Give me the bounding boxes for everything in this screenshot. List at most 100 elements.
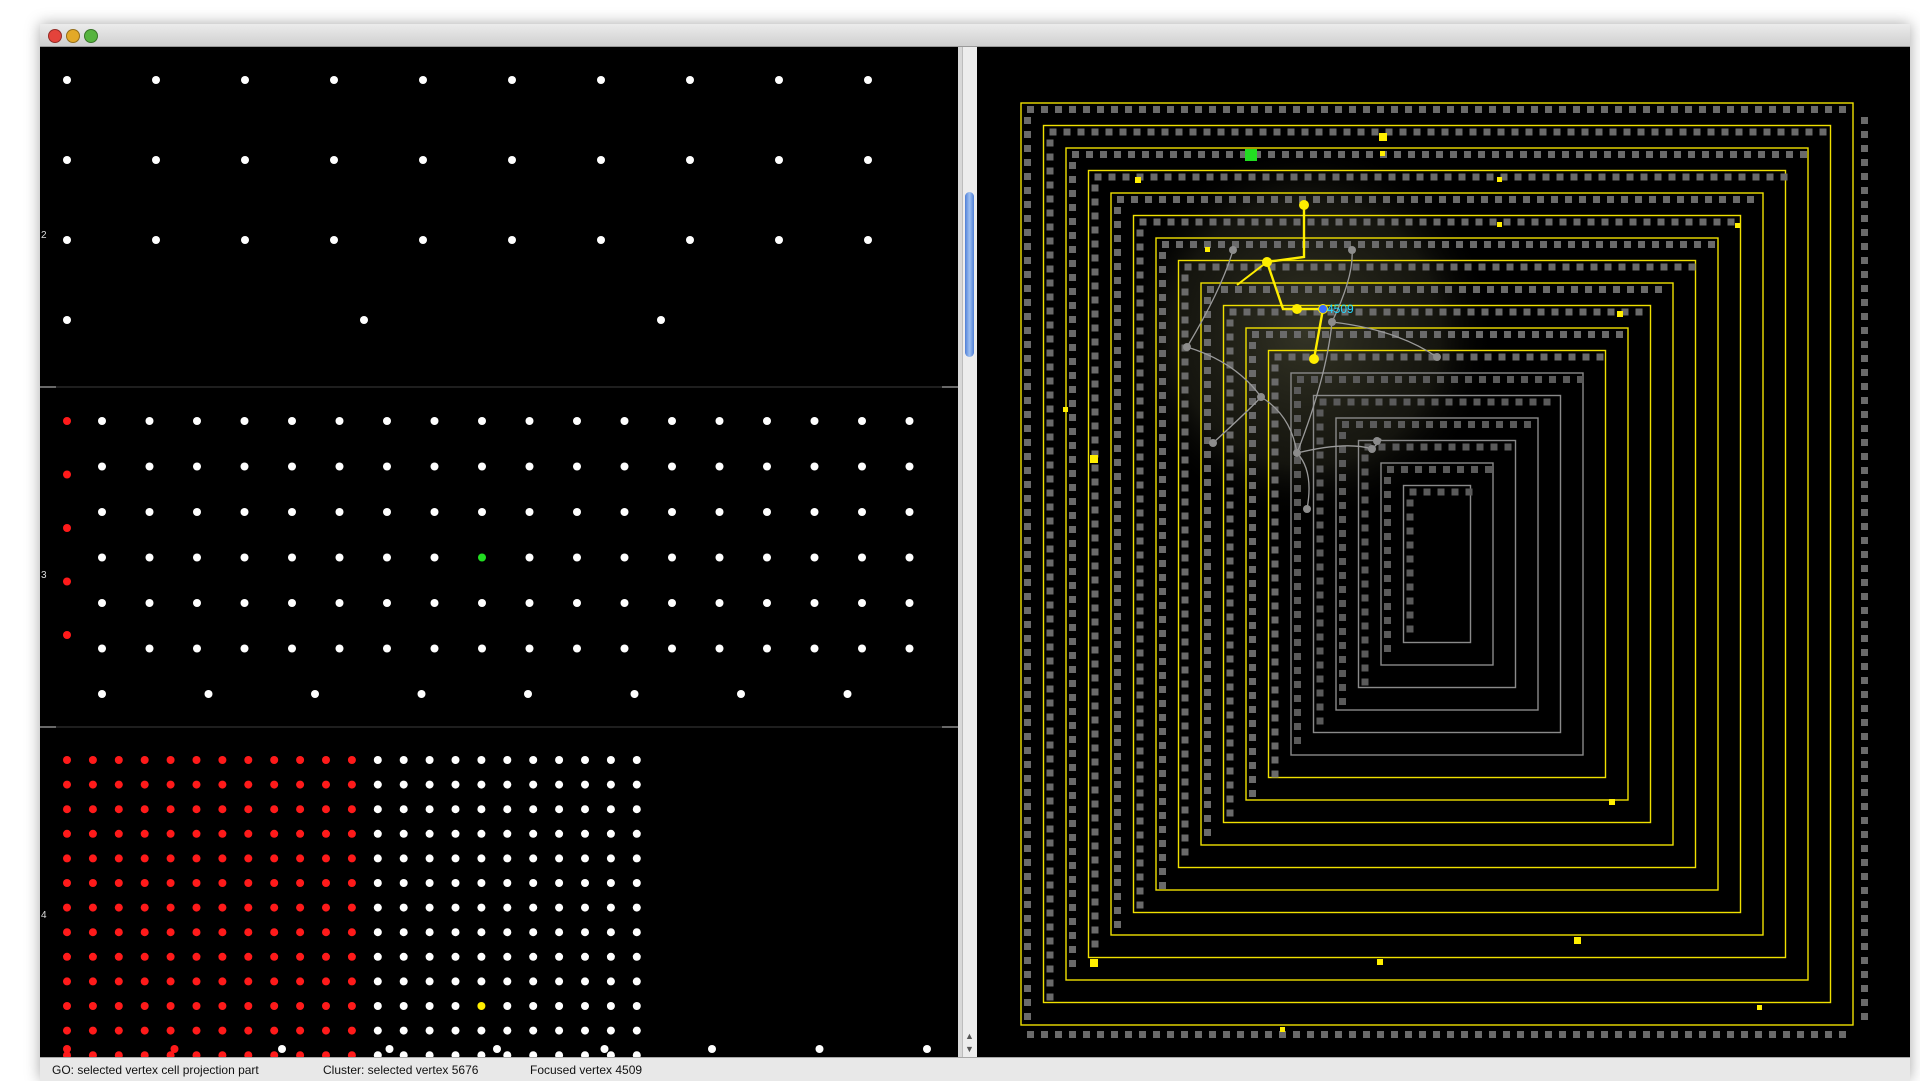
vertex-dot xyxy=(98,599,106,607)
cell-block xyxy=(1643,106,1650,113)
cell-block xyxy=(1240,263,1248,271)
cell-block xyxy=(1265,1031,1272,1038)
graph-panel[interactable]: 4509 xyxy=(977,47,1910,1057)
cell-block xyxy=(1204,591,1211,598)
cell-block xyxy=(1091,520,1099,528)
cell-block xyxy=(1114,921,1121,928)
cell-block xyxy=(1626,173,1634,181)
cluster-vertex-dot xyxy=(140,756,149,764)
cell-block xyxy=(1204,297,1211,304)
highlight-cell xyxy=(1280,1027,1285,1032)
vertex-dot xyxy=(555,756,564,764)
zoom-icon[interactable] xyxy=(84,29,98,43)
minimize-icon[interactable] xyxy=(66,29,80,43)
cell-block xyxy=(1192,173,1200,181)
cell-block xyxy=(1114,207,1121,214)
cell-block xyxy=(1091,926,1099,934)
cell-block xyxy=(1294,597,1301,604)
vertex-dot xyxy=(632,854,641,863)
cell-block xyxy=(1136,509,1144,517)
cell-block xyxy=(1114,739,1121,746)
cell-block xyxy=(1271,420,1279,428)
cell-block xyxy=(1159,714,1166,721)
cell-block xyxy=(1114,487,1121,494)
cell-block xyxy=(1204,759,1211,766)
cell-block xyxy=(1181,792,1189,800)
cell-block xyxy=(1271,742,1279,750)
cell-block xyxy=(1406,499,1414,507)
cell-block xyxy=(1226,473,1234,481)
vertical-scrollbar[interactable]: ▲ ▼ xyxy=(962,47,977,1057)
cell-block xyxy=(1271,392,1279,400)
projection-panel[interactable]: 2 3 4 xyxy=(40,47,958,1057)
graph-node xyxy=(1348,246,1356,254)
scroll-up-arrow-icon[interactable]: ▲ xyxy=(965,1031,974,1041)
cell-block xyxy=(1282,151,1289,158)
vertex-dot xyxy=(503,1026,512,1035)
cell-block xyxy=(1445,286,1452,293)
cell-block xyxy=(1181,302,1189,310)
cell-block xyxy=(1046,209,1054,217)
cell-block xyxy=(1503,1031,1510,1038)
focused-path-node xyxy=(1309,354,1319,364)
cell-block xyxy=(1046,657,1054,665)
cell-block xyxy=(1537,196,1544,203)
cell-block xyxy=(1294,541,1301,548)
cell-block xyxy=(1713,106,1720,113)
cell-block xyxy=(1069,890,1076,897)
vertex-projection-canvas[interactable] xyxy=(40,47,958,1057)
cell-block xyxy=(1766,173,1774,181)
cell-block xyxy=(1321,106,1328,113)
vertex-dot xyxy=(737,690,745,698)
cell-block xyxy=(1330,241,1337,248)
cell-block xyxy=(1069,512,1076,519)
highlight-cell xyxy=(1735,223,1740,228)
cell-block xyxy=(1114,893,1121,900)
vertex-dot xyxy=(810,553,819,562)
cluster-vertex-dot xyxy=(218,780,227,789)
cell-block xyxy=(1497,128,1505,136)
cell-block xyxy=(1243,308,1251,316)
cell-block xyxy=(1226,151,1233,158)
cell-block xyxy=(1114,641,1121,648)
cell-block xyxy=(1372,353,1380,361)
cell-block xyxy=(1271,196,1278,203)
cell-block xyxy=(1316,479,1324,487)
cell-block xyxy=(1136,593,1144,601)
cell-block xyxy=(1203,128,1211,136)
cluster-vertex-dot xyxy=(166,780,175,789)
vertex-dot xyxy=(529,805,538,814)
vertex-dot xyxy=(425,977,434,986)
cell-block xyxy=(1173,196,1180,203)
cell-block xyxy=(1294,625,1301,632)
cell-block xyxy=(1091,688,1099,696)
vertex-dot xyxy=(383,417,391,425)
cell-block xyxy=(1024,173,1031,180)
cell-block xyxy=(1223,1031,1230,1038)
cell-block xyxy=(1024,313,1031,320)
spiral-graph-canvas[interactable]: 4509 xyxy=(977,47,1910,1057)
cell-block xyxy=(1027,1031,1034,1038)
vertex-dot xyxy=(478,599,486,607)
cluster-vertex-dot xyxy=(244,854,253,863)
cell-block xyxy=(1249,496,1256,503)
cell-block xyxy=(1308,331,1315,338)
close-icon[interactable] xyxy=(48,29,62,43)
cell-block xyxy=(1473,398,1481,406)
cell-block xyxy=(1159,812,1166,819)
cell-block xyxy=(1347,286,1354,293)
scroll-down-arrow-icon[interactable]: ▼ xyxy=(965,1044,974,1054)
cluster-vertex-dot xyxy=(166,928,175,937)
cell-block xyxy=(1114,305,1121,312)
cell-block xyxy=(1159,784,1166,791)
vertex-dot xyxy=(581,1002,589,1010)
cell-block xyxy=(1069,442,1076,449)
cell-block xyxy=(1291,286,1298,293)
cell-block xyxy=(1301,128,1309,136)
cluster-vertex-dot xyxy=(140,1002,149,1010)
cell-block xyxy=(1384,505,1391,512)
scrollbar-thumb[interactable] xyxy=(965,192,974,357)
cell-block xyxy=(1159,196,1166,203)
cell-block xyxy=(1358,353,1366,361)
cell-block xyxy=(1405,1031,1412,1038)
